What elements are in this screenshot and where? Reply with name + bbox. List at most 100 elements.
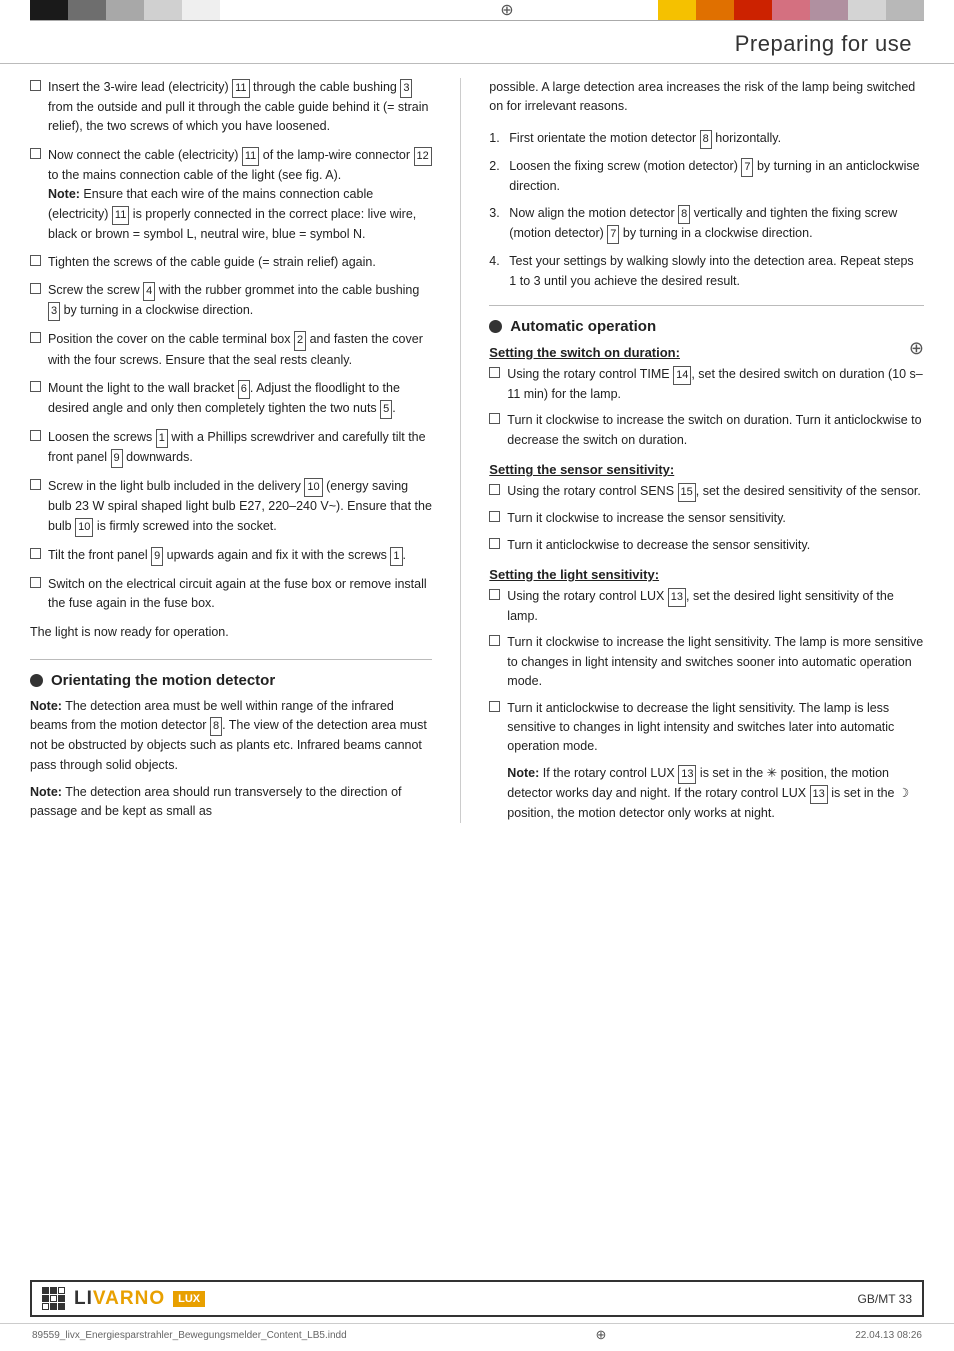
num-4: 4.: [489, 252, 509, 291]
page-footer: LIVARNO LUX GB/MT 33 89559_livx_Energies…: [0, 1280, 954, 1351]
bullet-text-3: Tighten the screws of the cable guide (=…: [48, 253, 376, 272]
switch-item-2: Turn it clockwise to increase the switch…: [489, 411, 924, 450]
sensor-text-3: Turn it anticlockwise to decrease the se…: [507, 536, 810, 555]
footer-compass: ⊕: [596, 1327, 607, 1343]
main-content: Insert the 3-wire lead (electricity) 11 …: [0, 64, 954, 837]
orientating-section-heading: Orientating the motion detector: [30, 659, 432, 689]
seg-mauve: [810, 0, 848, 20]
bullet-text-9: Tilt the front panel 9 upwards again and…: [48, 546, 406, 566]
switch-text-2: Turn it clockwise to increase the switch…: [507, 411, 924, 450]
ref-1b: 1: [390, 547, 402, 566]
seg-yellow: [658, 0, 696, 20]
seg-black: [30, 0, 68, 20]
numbered-item-2: 2. Loosen the fixing screw (motion detec…: [489, 157, 924, 196]
top-bar-center: ⊕: [477, 0, 537, 20]
note-bold-1: Note:: [30, 699, 62, 713]
numbered-item-3: 3. Now align the motion detector 8 verti…: [489, 204, 924, 244]
bullet-item-4: Screw the screw 4 with the rubber gromme…: [30, 281, 432, 321]
num-text-3: Now align the motion detector 8 vertical…: [509, 204, 924, 244]
sensor-checkbox-2: [489, 511, 500, 522]
ref-7-n2: 7: [741, 158, 753, 177]
seg-orange: [696, 0, 734, 20]
ref-8-n1: 8: [700, 130, 712, 149]
logo-lux: LUX: [173, 1291, 205, 1307]
dot-bullet-orient: [30, 674, 43, 687]
bullet-checkbox-7: [30, 430, 41, 441]
top-bar-left: [0, 0, 477, 20]
ref-11c: 11: [112, 206, 129, 225]
footer-file-info: 89559_livx_Energiesparstrahler_Bewegungs…: [32, 1330, 347, 1341]
ref-3a: 3: [400, 79, 412, 98]
bullet-checkbox-2: [30, 148, 41, 159]
seg-red: [734, 0, 772, 20]
bullet-item-3: Tighten the screws of the cable guide (=…: [30, 253, 432, 272]
bullet-text-7: Loosen the screws 1 with a Phillips scre…: [48, 428, 432, 468]
page-title: Preparing for use: [735, 31, 912, 57]
sensor-checkbox-3: [489, 538, 500, 549]
top-bar-right: [537, 0, 954, 20]
bullet-item-2: Now connect the cable (electricity) 11 o…: [30, 146, 432, 244]
ref-7-n3: 7: [607, 225, 619, 244]
bullet-text-8: Screw in the light bulb included in the …: [48, 477, 432, 536]
ref-11a: 11: [232, 79, 249, 98]
numbered-item-4: 4. Test your settings by walking slowly …: [489, 252, 924, 291]
note-label-1: Note:: [48, 187, 80, 201]
ref-11b: 11: [242, 147, 259, 166]
light-item-1: Using the rotary control LUX 13, set the…: [489, 587, 924, 626]
compass-center-icon: ⊕: [500, 0, 513, 20]
bullet-item-8: Screw in the light bulb included in the …: [30, 477, 432, 536]
page-number: GB/MT 33: [858, 1292, 912, 1306]
bullet-text-5: Position the cover on the cable terminal…: [48, 330, 432, 369]
num-text-1: First orientate the motion detector 8 ho…: [509, 129, 781, 149]
bullet-item-7: Loosen the screws 1 with a Phillips scre…: [30, 428, 432, 468]
seg-gray2: [106, 0, 144, 20]
ref-9b: 9: [151, 547, 163, 566]
ref-13c: 13: [810, 785, 828, 804]
bullet-item-6: Mount the light to the wall bracket 6. A…: [30, 379, 432, 419]
logo-grid-icon: [42, 1287, 65, 1310]
ref-2: 2: [294, 331, 306, 350]
note-bold-2: Note:: [30, 785, 62, 799]
bullet-text-1: Insert the 3-wire lead (electricity) 11 …: [48, 78, 432, 137]
bullet-checkbox-4: [30, 283, 41, 294]
footer-file-bar: 89559_livx_Energiesparstrahler_Bewegungs…: [0, 1323, 954, 1351]
bullet-text-4: Screw the screw 4 with the rubber gromme…: [48, 281, 432, 321]
switch-item-1: Using the rotary control TIME 14, set th…: [489, 365, 924, 404]
sensor-text-2: Turn it clockwise to increase the sensor…: [507, 509, 786, 528]
seg-gray1: [68, 0, 106, 20]
bullet-text-2: Now connect the cable (electricity) 11 o…: [48, 146, 432, 244]
switch-checkbox-1: [489, 367, 500, 378]
light-text-3: Turn it anticlockwise to decrease the li…: [507, 699, 924, 757]
num-text-4: Test your settings by walking slowly int…: [509, 252, 924, 291]
switch-on-heading: Setting the switch on duration:: [489, 345, 924, 360]
orient-note-2: Note: The detection area should run tran…: [30, 783, 432, 822]
automatic-section-heading: Automatic operation: [489, 305, 924, 335]
ref-1a: 1: [156, 429, 168, 448]
ref-12: 12: [414, 147, 432, 166]
bullet-text-10: Switch on the electrical circuit again a…: [48, 575, 432, 614]
light-sens-note: Note: If the rotary control LUX 13 is se…: [489, 764, 924, 823]
ref-3b: 3: [48, 302, 60, 321]
note-text-2: The detection area should run transverse…: [30, 785, 402, 818]
bullet-checkbox-9: [30, 548, 41, 559]
light-text-1: Using the rotary control LUX 13, set the…: [507, 587, 924, 626]
sensor-text-1: Using the rotary control SENS 15, set th…: [507, 482, 921, 502]
seg-ltgray2: [848, 0, 886, 20]
bullet-checkbox-10: [30, 577, 41, 588]
dot-bullet-auto: [489, 320, 502, 333]
continued-text: possible. A large detection area increas…: [489, 78, 924, 117]
bullet-checkbox-5: [30, 332, 41, 343]
logo-left-section: LIVARNO LUX: [42, 1287, 205, 1310]
logo-bar: LIVARNO LUX GB/MT 33: [30, 1280, 924, 1317]
switch-checkbox-2: [489, 413, 500, 424]
seg-pink: [772, 0, 810, 20]
logo-varno: VARNO: [93, 1288, 165, 1309]
ref-13b: 13: [678, 765, 696, 784]
sensor-item-1: Using the rotary control SENS 15, set th…: [489, 482, 924, 502]
bullet-checkbox-6: [30, 381, 41, 392]
seg-midgray2: [886, 0, 924, 20]
ref-5: 5: [380, 400, 392, 419]
ref-14: 14: [673, 366, 691, 385]
orient-note-1: Note: The detection area must be well wi…: [30, 697, 432, 775]
sensor-checkbox-1: [489, 484, 500, 495]
